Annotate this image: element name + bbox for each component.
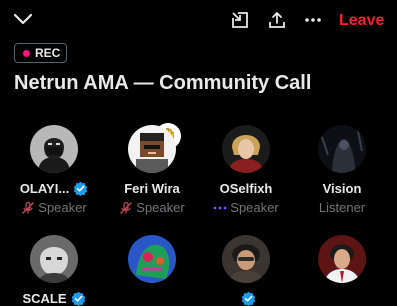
avatar[interactable]	[30, 125, 78, 173]
share-icon[interactable]	[268, 11, 286, 29]
participant-tile[interactable]	[296, 235, 388, 291]
mic-muted-icon	[22, 201, 35, 214]
avatar[interactable]	[128, 125, 176, 173]
verified-badge-icon	[73, 181, 88, 196]
recording-badge: REC	[14, 43, 68, 63]
avatar[interactable]	[222, 235, 270, 283]
more-options-icon[interactable]	[304, 13, 322, 27]
participant-name-text: OLAYI...	[19, 181, 70, 196]
avatar[interactable]	[318, 235, 366, 283]
role-label: Speaker	[38, 200, 87, 215]
participant-role: Listener	[296, 200, 388, 215]
minimize-icon[interactable]	[231, 11, 249, 29]
avatar[interactable]	[128, 235, 176, 283]
participant-name: Vision	[296, 181, 388, 196]
avatar[interactable]	[222, 125, 270, 173]
participant-tile[interactable]: SCALE	[8, 235, 100, 306]
speaking-indicator-icon	[213, 206, 227, 209]
avatar[interactable]	[318, 125, 366, 173]
participant-name: Feri Wira	[106, 181, 198, 196]
role-label: Speaker	[230, 200, 279, 215]
participant-name: OSelfixh	[200, 181, 292, 196]
participant-role: Speaker	[8, 200, 100, 215]
chevron-down-icon[interactable]	[13, 12, 33, 26]
participant-name: OLAYI...	[8, 181, 100, 196]
role-label: Listener	[318, 200, 366, 215]
participant-name-text: Vision	[322, 181, 362, 196]
participant-name-text: Feri Wira	[124, 181, 180, 196]
avatar[interactable]	[30, 235, 78, 283]
participant-tile[interactable]: Feri Wira Speaker	[106, 125, 198, 215]
participant-role: Speaker	[106, 200, 198, 215]
participant-tile[interactable]: OLAYI... Speaker	[8, 125, 100, 215]
leave-button[interactable]: Leave	[339, 11, 384, 31]
participant-name-text: OSelfixh	[219, 181, 273, 196]
role-label: Speaker	[136, 200, 185, 215]
recording-dot-icon	[23, 49, 30, 57]
top-bar: Leave	[0, 0, 397, 40]
participant-role: Speaker	[200, 200, 292, 215]
participant-tile[interactable]: OSelfixh Speaker	[200, 125, 292, 215]
participant-tile[interactable]	[106, 235, 198, 291]
participant-tile[interactable]: Vision Listener	[296, 125, 388, 215]
participant-tile[interactable]	[200, 235, 292, 306]
mic-muted-icon	[120, 201, 133, 214]
recording-label: REC	[35, 46, 61, 60]
space-title: Netrun AMA — Community Call	[14, 72, 312, 94]
